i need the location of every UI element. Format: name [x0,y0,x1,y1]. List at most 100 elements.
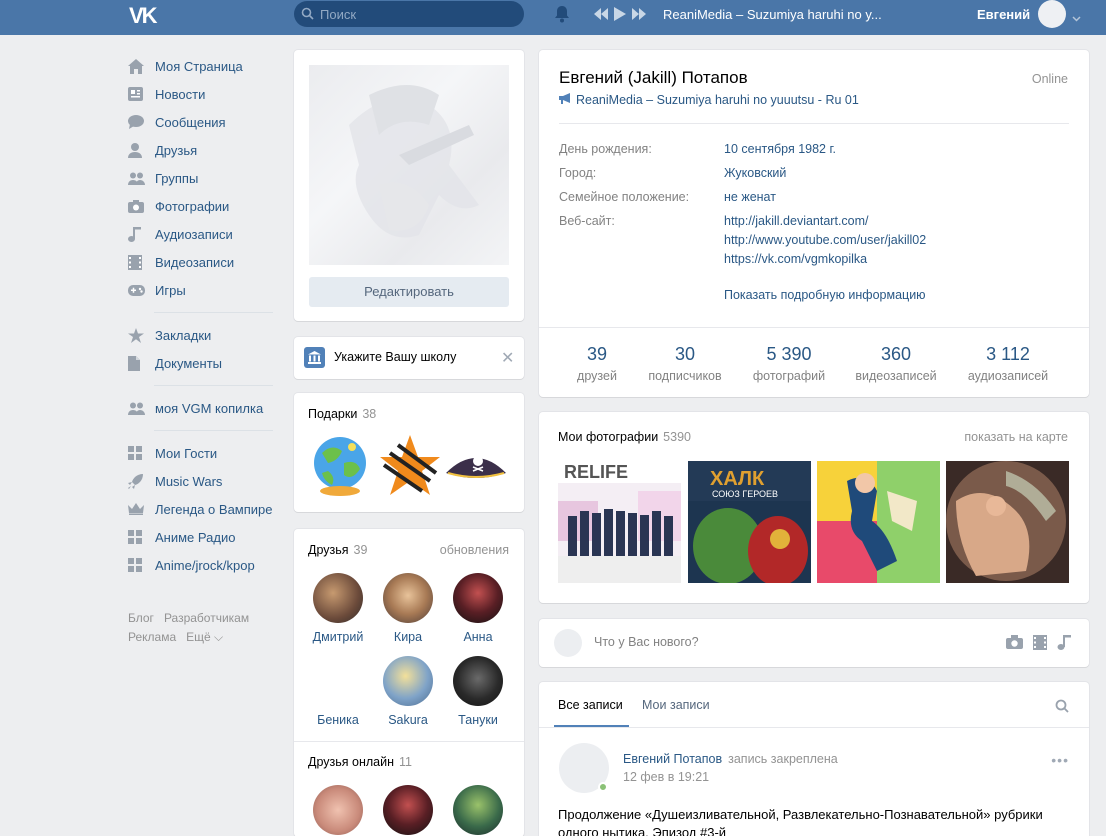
sidebar-footer-links: Блог Разработчикам Реклама Ещё ⌵ [128,609,278,647]
prev-track-icon[interactable] [594,8,608,23]
nav-divider [154,312,273,313]
nav-app-anime-radio[interactable]: Аниме Радио [128,523,273,551]
show-on-map-link[interactable]: показать на карте [964,430,1068,444]
edit-profile-button[interactable]: Редактировать [309,277,509,307]
footer-link-developers[interactable]: Разработчикам [164,611,249,625]
post-date[interactable]: 12 фев в 19:21 [623,770,709,784]
gifts-title[interactable]: Подарки 38 [308,407,376,421]
nav-app-music-wars[interactable]: Music Wars [128,467,273,495]
more-options-icon[interactable]: ••• [1051,752,1069,768]
online-friend-item[interactable] [303,785,373,836]
wall-card: Все записи Мои записи Евгений Потапов зап… [539,682,1089,836]
friends-updates-link[interactable]: обновления [440,543,509,557]
home-icon [128,58,155,74]
search-input[interactable] [320,1,515,27]
footer-link-more[interactable]: Ещё ⌵ [186,630,223,644]
nav-vgm-group[interactable]: моя VGM копилка [128,394,273,422]
online-friend-item[interactable] [443,785,513,836]
nav-news[interactable]: Новости [128,80,273,108]
nav-app-anime-jrock[interactable]: Anime/jrock/kpop [128,551,273,579]
header-user-name[interactable]: Евгений [977,7,1030,22]
online-friend-item[interactable] [373,785,443,836]
nav-groups[interactable]: Группы [128,164,273,192]
camera-icon[interactable] [1006,635,1023,653]
nav-messages[interactable]: Сообщения [128,108,273,136]
attachment-icons [1006,635,1071,653]
groups-icon [128,402,155,415]
counter-followers[interactable]: 30 подписчиков [630,344,740,383]
svg-text:СОЮЗ ГЕРОЕВ: СОЮЗ ГЕРОЕВ [712,489,778,499]
friend-item[interactable]: Беника [303,656,373,727]
footer-link-blog[interactable]: Блог [128,611,154,625]
my-photos-title[interactable]: Мои фотографии 5390 [558,430,691,444]
friend-item[interactable]: Анна [443,573,513,644]
nav-games[interactable]: Игры [128,276,273,304]
nav-audio[interactable]: Аудиозаписи [128,220,273,248]
footer-link-ads[interactable]: Реклама [128,630,176,644]
next-track-icon[interactable] [632,8,646,23]
star-icon [128,327,155,343]
new-post-input[interactable]: Что у Вас нового? [594,635,699,649]
play-icon[interactable] [614,7,626,24]
website-link[interactable]: http://jakill.deviantart.com/ [724,214,869,228]
family-link[interactable]: не женат [724,190,776,204]
nav-app-vampire[interactable]: Легенда о Вампире [128,495,273,523]
post-author: Евгений Потапов запись закреплена [623,752,838,766]
city-link[interactable]: Жуковский [724,166,786,180]
nav-divider [154,430,273,431]
website-link[interactable]: http://www.youtube.com/user/jakill02 [724,233,926,247]
tab-all-posts[interactable]: Все записи [558,698,623,712]
nav-photos[interactable]: Фотографии [128,192,273,220]
search-icon[interactable] [1055,699,1069,716]
photo-thumbnail[interactable]: ХАЛК СОЮЗ ГЕРОЕВ [688,461,811,583]
nav-video[interactable]: Видеозаписи [128,248,273,276]
profile-status[interactable]: ReaniMedia – Suzumiya haruhi no yuuutsu … [559,93,859,107]
video-icon[interactable] [1033,635,1047,653]
close-icon[interactable]: ✕ [501,348,514,368]
profile-avatar-image[interactable] [309,65,509,265]
chevron-down-icon[interactable] [1072,10,1081,25]
nav-my-page[interactable]: Моя Страница [128,52,273,80]
gift-pirate-hat[interactable] [444,433,508,497]
nav-friends[interactable]: Друзья [128,136,273,164]
photo-thumbnail[interactable] [946,461,1069,583]
profile-photo-card: Редактировать [294,50,524,321]
birthday-link[interactable]: 10 сентября 1982 г. [724,142,836,156]
show-more-info-link[interactable]: Показать подробную информацию [724,288,926,302]
top-header: VK ReaniMedia – Suzumiya haruhi no y... … [0,0,1106,35]
friends-title[interactable]: Друзья 39 [308,543,367,557]
counter-videos[interactable]: 360 видеозаписей [841,344,951,383]
friends-online-title[interactable]: Друзья онлайн 11 [308,755,412,769]
divider [539,327,1089,328]
divider [559,123,1069,124]
counter-photos[interactable]: 5 390 фотографий [734,344,844,383]
my-photos-card: Мои фотографии 5390 показать на карте REL… [539,412,1089,603]
vk-logo[interactable]: VK [129,3,163,28]
counter-audio[interactable]: 3 112 аудиозаписей [953,344,1063,383]
search-box[interactable] [294,1,524,27]
nav-documents[interactable]: Документы [128,349,273,377]
friend-item[interactable]: Sakura [373,656,443,727]
gift-globe[interactable] [308,433,372,497]
gift-ribbon-star[interactable] [378,433,442,497]
nav-bookmarks[interactable]: Закладки [128,321,273,349]
new-post-card[interactable]: Что у Вас нового? [539,619,1089,667]
nav-app-guests[interactable]: Мои Гости [128,439,273,467]
photo-thumbnail[interactable] [817,461,940,583]
website-link[interactable]: https://vk.com/vgmkopilka [724,252,867,266]
tab-my-posts[interactable]: Мои записи [642,698,710,712]
online-indicator [598,782,608,792]
notifications-bell-icon[interactable] [554,5,570,26]
post-author-link[interactable]: Евгений Потапов [623,752,722,766]
photo-thumbnail[interactable]: RELIFE [558,461,681,583]
friend-item[interactable]: Дмитрий [303,573,373,644]
music-icon[interactable] [1057,635,1071,653]
divider [294,741,524,742]
school-prompt-card[interactable]: Укажите Вашу школу ✕ [294,337,524,379]
friend-item[interactable]: Кира [373,573,443,644]
profile-info-card: Евгений (Jakill) Потапов Online ReaniMed… [539,50,1089,397]
friend-item[interactable]: Тануки [443,656,513,727]
header-avatar[interactable] [1038,0,1066,28]
now-playing-track[interactable]: ReaniMedia – Suzumiya haruhi no y... [663,7,883,22]
friend-avatar [453,573,503,623]
